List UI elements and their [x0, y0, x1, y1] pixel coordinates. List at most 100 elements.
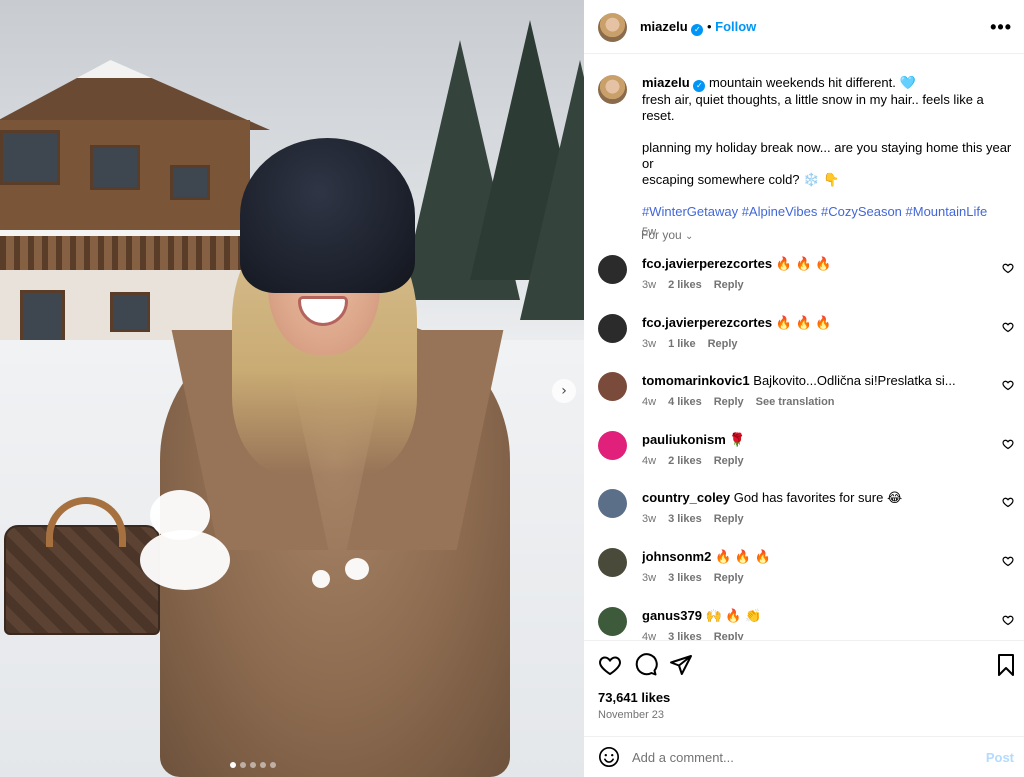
post-age: 5w [642, 226, 657, 238]
avatar[interactable] [598, 13, 627, 42]
snowball [312, 570, 330, 588]
comment-meta: 4w 3 likes Reply [642, 631, 744, 640]
commenter-username[interactable]: johnsonm2 [642, 549, 711, 564]
comment-body: pauliukonism 🌹 [642, 432, 972, 448]
commenter-avatar[interactable] [598, 314, 627, 343]
commenter-avatar[interactable] [598, 372, 627, 401]
reply-button[interactable]: Reply [714, 455, 744, 467]
comment-likes[interactable]: 2 likes [668, 279, 702, 291]
comment-age: 3w [642, 279, 657, 291]
commenter-username[interactable]: country_coley [642, 490, 730, 505]
comment-age: 4w [642, 396, 657, 408]
hashtags[interactable]: #WinterGetaway #AlpineVibes #CozySeason … [642, 204, 1012, 220]
commenter-username[interactable]: tomomarinkovic1 [642, 373, 750, 388]
verified-icon: ✓ [691, 24, 704, 36]
author-username[interactable]: miazelu [640, 19, 688, 34]
comment-text: 🌹 [729, 432, 746, 447]
post-header: miazelu ✓ • Follow ••• [584, 0, 1024, 54]
commenter-username[interactable]: fco.javierperezcortes [642, 315, 772, 330]
comment-row: fco.javierperezcortes 🔥 🔥 🔥 3w 2 likes Repl… [584, 250, 1024, 308]
smile-icon[interactable] [598, 746, 620, 768]
comment-likes[interactable]: 4 likes [668, 396, 702, 408]
reply-button[interactable]: Reply [714, 396, 744, 408]
reply-button[interactable]: Reply [714, 631, 744, 640]
comments-list[interactable]: fco.javierperezcortes 🔥 🔥 🔥 3w 2 likes Repl… [584, 250, 1024, 640]
comment-body: ganus379 🙌 🔥 👏 [642, 608, 972, 624]
action-bar: 73,641 likes November 23 [584, 640, 1024, 728]
post-caption: miazelu ✓ mountain weekends hit differen… [642, 75, 1012, 240]
caption-username[interactable]: miazelu [642, 75, 690, 90]
commenter-avatar[interactable] [598, 255, 627, 284]
share-icon[interactable] [669, 653, 693, 677]
comment-like-heart-icon[interactable] [1002, 614, 1014, 626]
commenter-username[interactable]: ganus379 [642, 608, 702, 623]
comment-like-heart-icon[interactable] [1002, 496, 1014, 508]
comment-body: country_coley God has favorites for sure… [642, 490, 972, 506]
comment-body: fco.javierperezcortes 🔥 🔥 🔥 [642, 256, 972, 272]
comment-likes[interactable]: 3 likes [668, 572, 702, 584]
reply-button[interactable]: Reply [714, 279, 744, 291]
comment-row: pauliukonism 🌹 4w 2 likes Reply [584, 426, 1024, 484]
post-comment-button[interactable]: Post [986, 750, 1014, 765]
commenter-avatar[interactable] [598, 607, 627, 636]
reply-button[interactable]: Reply [714, 572, 744, 584]
comment-like-heart-icon[interactable] [1002, 438, 1014, 450]
next-image-button[interactable]: › [552, 379, 576, 403]
comment-text: 🔥 🔥 🔥 [775, 256, 832, 271]
comment-row: johnsonm2 🔥 🔥 🔥 3w 3 likes Reply [584, 543, 1024, 601]
chevron-down-icon: ⌄ [685, 231, 694, 242]
comment-age: 3w [642, 513, 657, 525]
comment-likes[interactable]: 3 likes [668, 513, 702, 525]
bookmark-icon[interactable] [994, 653, 1018, 677]
commenter-username[interactable]: fco.javierperezcortes [642, 256, 772, 271]
comment-meta: 4w 2 likes Reply [642, 455, 744, 467]
comment-text: 🔥 🔥 🔥 [775, 315, 832, 330]
sort-label: For you [641, 228, 682, 242]
comment-like-heart-icon[interactable] [1002, 321, 1014, 333]
commenter-avatar[interactable] [598, 431, 627, 460]
comment-meta: 3w 1 like Reply [642, 338, 738, 350]
comment-row: ganus379 🙌 🔥 👏 4w 3 likes Reply [584, 602, 1024, 640]
beanie [240, 138, 415, 293]
comment-age: 3w [642, 338, 657, 350]
likes-count[interactable]: 73,641 likes [598, 690, 670, 705]
comment-like-heart-icon[interactable] [1002, 262, 1014, 274]
caption-avatar[interactable] [598, 75, 627, 104]
comments-sort[interactable]: For you ⌄ [641, 228, 693, 242]
comment-age: 3w [642, 572, 657, 584]
comment-age: 4w [642, 455, 657, 467]
comment-meta: 3w 3 likes Reply [642, 572, 744, 584]
comment-likes[interactable]: 2 likes [668, 455, 702, 467]
caption-line: escaping somewhere cold? ❄️ 👇 [642, 172, 840, 187]
comment-like-heart-icon[interactable] [1002, 555, 1014, 567]
comment-text: God has favorites for sure 😂 [733, 490, 903, 505]
reply-button[interactable]: Reply [708, 338, 738, 350]
comment-meta: 3w 3 likes Reply [642, 513, 744, 525]
pine-tree [520, 60, 584, 320]
post-image[interactable]: › [0, 0, 584, 777]
comment-row: country_coley God has favorites for sure… [584, 484, 1024, 542]
reply-button[interactable]: Reply [714, 513, 744, 525]
verified-icon: ✓ [693, 80, 706, 92]
comment-body: tomomarinkovic1 Bajkovito...Odlična si!P… [642, 373, 972, 388]
snowball [345, 558, 369, 580]
caption-line: mountain weekends hit different. 🩵 [708, 75, 916, 90]
comment-body: fco.javierperezcortes 🔥 🔥 🔥 [642, 315, 972, 331]
commenter-avatar[interactable] [598, 489, 627, 518]
comment-icon[interactable] [634, 653, 658, 677]
more-options-icon[interactable]: ••• [990, 17, 1012, 38]
see-translation-button[interactable]: See translation [756, 396, 835, 408]
heart-icon[interactable] [598, 653, 622, 677]
comment-text: 🙌 🔥 👏 [705, 608, 762, 623]
comment-likes[interactable]: 1 like [668, 338, 696, 350]
carousel-dots [230, 762, 276, 768]
comment-meta: 3w 2 likes Reply [642, 279, 744, 291]
commenter-avatar[interactable] [598, 548, 627, 577]
comment-text: 🔥 🔥 🔥 [714, 549, 771, 564]
comment-input[interactable] [632, 746, 962, 768]
comment-likes[interactable]: 3 likes [668, 631, 702, 640]
comment-body: johnsonm2 🔥 🔥 🔥 [642, 549, 972, 565]
follow-button[interactable]: Follow [715, 19, 756, 34]
commenter-username[interactable]: pauliukonism [642, 432, 726, 447]
comment-like-heart-icon[interactable] [1002, 379, 1014, 391]
